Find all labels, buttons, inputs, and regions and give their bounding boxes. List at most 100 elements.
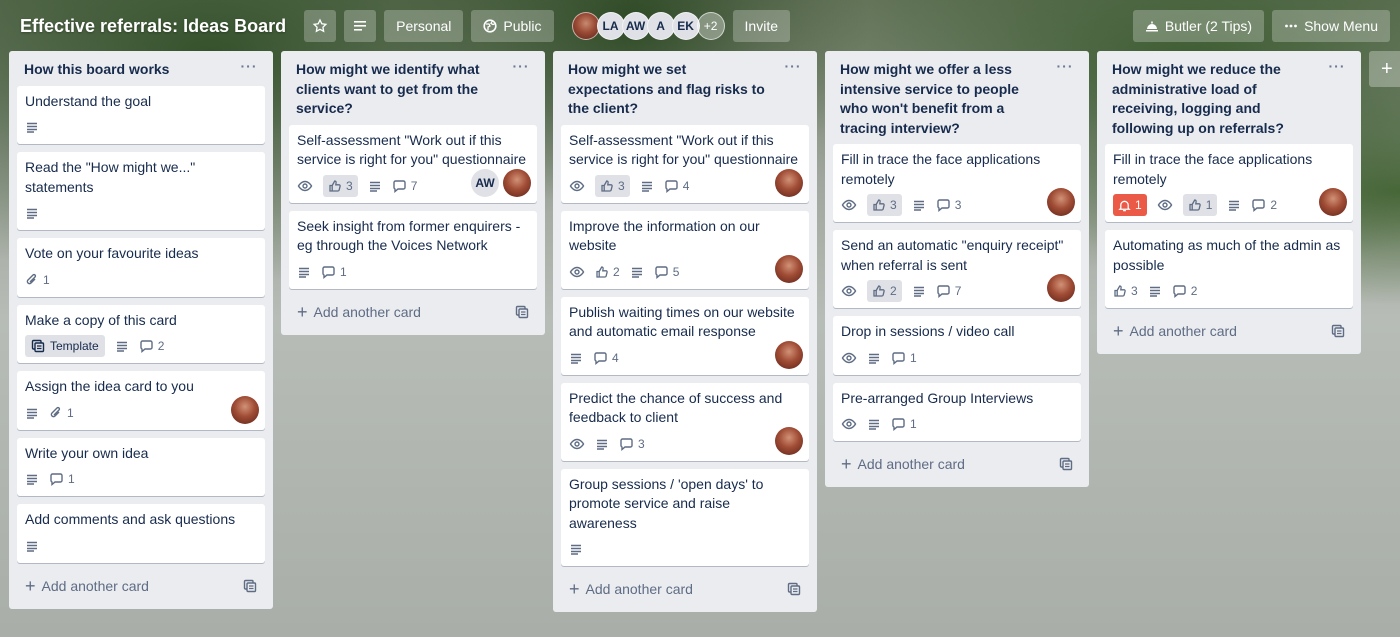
card-title: Assign the idea card to you	[25, 378, 194, 394]
member-avatar[interactable]	[775, 168, 803, 197]
create-from-template-icon[interactable]	[243, 579, 257, 593]
show-menu-button[interactable]: Show Menu	[1272, 10, 1390, 42]
card[interactable]: Assign the idea card to you 1	[17, 371, 265, 430]
card-title: Improve the information on our website	[569, 217, 760, 254]
card-title: Write your own idea	[25, 444, 149, 461]
create-from-template-button[interactable]	[1059, 457, 1073, 474]
card[interactable]: Self-assessment "Work out if this servic…	[561, 124, 809, 203]
description-icon	[869, 419, 879, 430]
list-menu-icon[interactable]: ···	[1053, 57, 1077, 77]
member-avatar[interactable]	[231, 395, 259, 424]
member-avatar[interactable]	[1047, 188, 1075, 216]
star-button[interactable]	[304, 10, 337, 42]
avatar-la[interactable]: LA	[596, 12, 625, 40]
create-from-template-icon[interactable]	[515, 305, 529, 319]
add-list-button[interactable]: +	[1369, 51, 1400, 87]
list-menu-icon[interactable]: ···	[1325, 57, 1349, 77]
member-avatar[interactable]	[503, 168, 531, 197]
plus-icon: +	[569, 579, 580, 599]
description-badge	[1227, 194, 1241, 216]
list-header[interactable]: How might we set expectations and flag r…	[561, 51, 809, 125]
card[interactable]: Vote on your favourite ideas 1	[17, 238, 265, 297]
create-from-template-icon[interactable]	[1059, 457, 1073, 471]
card[interactable]: Understand the goal	[17, 85, 265, 144]
member-avatar[interactable]	[1047, 274, 1075, 302]
template-icon	[31, 339, 45, 353]
list-menu-icon[interactable]: ···	[781, 57, 805, 77]
card-badges: 32	[1113, 280, 1345, 302]
invite-label: Invite	[744, 18, 778, 34]
card-title: Self-assessment "Work out if this servic…	[569, 131, 799, 168]
description-icon	[913, 286, 924, 297]
card[interactable]: Predict the chance of success and feedba…	[561, 382, 809, 461]
create-from-template-button[interactable]	[1331, 324, 1345, 341]
description-badge	[640, 175, 654, 197]
avatar[interactable]	[571, 12, 600, 40]
add-card-button[interactable]: + Add another card	[1105, 316, 1353, 346]
avatar-ek[interactable]: EK	[671, 12, 700, 40]
member-avatar[interactable]	[775, 340, 803, 369]
watch-icon	[841, 418, 857, 430]
card[interactable]: Write your own idea 1	[17, 437, 265, 496]
list-header[interactable]: How this board works ···	[17, 51, 265, 86]
card[interactable]: Group sessions / 'open days' to promote …	[561, 468, 809, 566]
list-header[interactable]: How might we offer a less intensive serv…	[833, 51, 1081, 144]
description-icon	[631, 267, 642, 278]
card[interactable]: Automating as much of the admin as possi…	[1105, 230, 1353, 308]
card[interactable]: Publish waiting times on our website and…	[561, 296, 809, 375]
butler-bell-icon	[1145, 21, 1158, 32]
create-from-template-button[interactable]	[787, 582, 801, 599]
invite-button[interactable]: Invite	[732, 10, 790, 42]
member-avatar[interactable]	[775, 254, 803, 283]
avatar-aw[interactable]: AW	[621, 12, 650, 40]
comments-badge: 4	[593, 347, 619, 369]
list-header[interactable]: How might we reduce the administrative l…	[1105, 51, 1353, 144]
create-from-template-icon[interactable]	[1331, 324, 1345, 338]
card[interactable]: Seek insight from former enquirers - eg …	[289, 210, 537, 289]
board-description-button[interactable]	[344, 10, 377, 42]
create-from-template-button[interactable]	[515, 305, 529, 322]
card[interactable]: Improve the information on our website 2 5	[561, 210, 809, 289]
add-card-button[interactable]: + Add another card	[561, 574, 809, 604]
member-avatar[interactable]: AW	[471, 168, 499, 197]
card[interactable]: Make a copy of this card Template 2	[17, 304, 265, 363]
add-card-button[interactable]: + Add another card	[289, 297, 537, 327]
watch-icon	[569, 180, 585, 191]
card-badges: Template 2	[25, 335, 257, 357]
list-menu-icon[interactable]: ···	[237, 57, 261, 77]
member-avatar[interactable]	[1319, 188, 1347, 216]
description-badge	[25, 535, 39, 557]
list-menu-icon[interactable]: ···	[509, 57, 533, 77]
card[interactable]: Add comments and ask questions	[17, 504, 265, 563]
comment-icon	[140, 340, 153, 353]
board-title[interactable]: Effective referrals: Ideas Board	[10, 10, 296, 42]
card[interactable]: Drop in sessions / video call 1	[833, 316, 1081, 375]
member-avatar[interactable]	[775, 426, 803, 455]
card[interactable]: Fill in trace the face applications remo…	[833, 144, 1081, 222]
comments-badge: 2	[1172, 280, 1197, 302]
watch-icon	[1157, 199, 1172, 211]
create-from-template-button[interactable]	[243, 579, 257, 596]
avatar-a[interactable]: A	[646, 12, 675, 40]
description-icon	[571, 353, 581, 364]
description-icon	[913, 200, 924, 211]
card[interactable]: Read the "How might we..." statements	[17, 152, 265, 230]
description-icon	[27, 408, 37, 419]
team-visibility-button[interactable]: Personal	[384, 10, 464, 42]
create-from-template-icon[interactable]	[787, 582, 801, 596]
add-card-button[interactable]: + Add another card	[17, 571, 265, 601]
due-badge: 1	[1113, 194, 1147, 216]
visibility-button[interactable]: Public	[471, 10, 554, 42]
butler-button[interactable]: Butler (2 Tips)	[1132, 10, 1265, 42]
description-badge	[595, 433, 609, 455]
add-card-button[interactable]: + Add another card	[833, 449, 1081, 479]
card[interactable]: Pre-arranged Group Interviews 1	[833, 382, 1081, 441]
more-members-button[interactable]: +2	[696, 12, 725, 40]
comments-badge: 7	[392, 175, 417, 197]
bell-icon	[1118, 200, 1131, 211]
card[interactable]: Send an automatic "enquiry receipt" when…	[833, 230, 1081, 308]
card[interactable]: Self-assessment "Work out if this servic…	[289, 124, 537, 203]
watch-badge	[841, 347, 857, 369]
card[interactable]: Fill in trace the face applications remo…	[1105, 144, 1353, 222]
list-header[interactable]: How might we identify what clients want …	[289, 51, 537, 125]
